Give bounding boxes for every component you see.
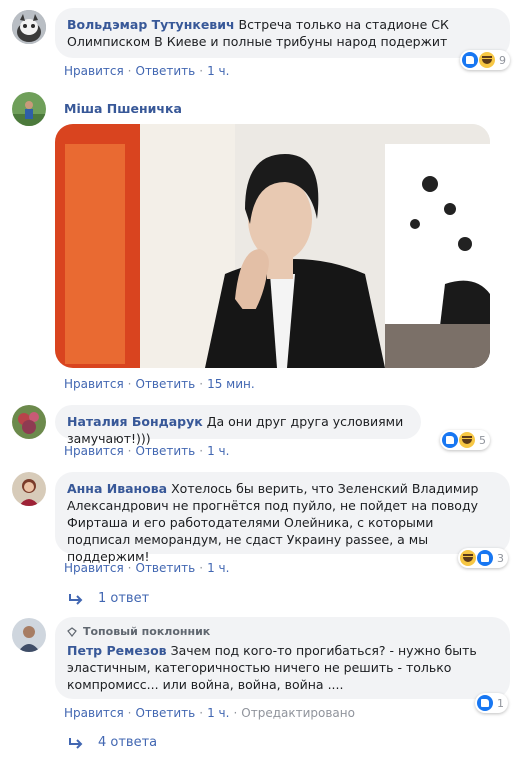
like-reaction-icon (462, 52, 478, 68)
reply-arrow-icon (69, 593, 83, 605)
reply-link[interactable]: Ответить (136, 64, 196, 78)
edited-label[interactable]: Отредактировано (241, 706, 355, 720)
like-link[interactable]: Нравится (64, 377, 124, 391)
comment-bubble: Вольдэмар Тутункевич Встреча только на с… (55, 8, 510, 58)
reaction-summary[interactable]: 9 (460, 50, 510, 70)
view-replies-link[interactable]: 4 ответа (68, 735, 157, 750)
replies-count: 1 ответ (98, 591, 150, 606)
comment-author-wrap: Міша Пшеничка (64, 101, 182, 116)
comment-actions: Нравится · Ответить · 1 ч. (64, 444, 230, 458)
comment-actions: Нравится · Ответить · 1 ч. · Отредактировано (64, 706, 355, 720)
comment-actions: Нравится · Ответить · 1 ч. (64, 561, 230, 575)
avatar[interactable] (12, 405, 46, 439)
avatar[interactable] (12, 92, 46, 126)
reaction-count: 5 (479, 433, 486, 447)
reaction-count: 9 (499, 53, 506, 67)
timestamp[interactable]: 15 мин. (207, 377, 255, 391)
comment-author[interactable]: Вольдэмар Тутункевич (67, 17, 235, 32)
top-fan-badge: Топовый поклонник (67, 623, 498, 640)
badge-label: Топовый поклонник (83, 625, 211, 638)
reply-link[interactable]: Ответить (136, 561, 196, 575)
like-reaction-icon (477, 695, 493, 711)
haha-reaction-icon (479, 52, 495, 68)
comment-actions: Нравится · Ответить · 1 ч. (64, 64, 230, 78)
like-link[interactable]: Нравится (64, 64, 124, 78)
reaction-count: 3 (497, 551, 504, 565)
like-link[interactable]: Нравится (64, 706, 124, 720)
comment-actions: Нравится · Ответить · 15 мин. (64, 377, 255, 391)
reaction-summary[interactable]: 5 (440, 430, 490, 450)
comment-author[interactable]: Анна Иванова (67, 481, 167, 496)
like-link[interactable]: Нравится (64, 561, 124, 575)
timestamp[interactable]: 1 ч. (207, 706, 229, 720)
reaction-summary[interactable]: 1 (475, 693, 508, 713)
like-link[interactable]: Нравится (64, 444, 124, 458)
avatar[interactable] (12, 472, 46, 506)
timestamp[interactable]: 1 ч. (207, 561, 229, 575)
reply-arrow-icon (69, 737, 83, 749)
comment-author[interactable]: Петр Ремезов (67, 643, 167, 658)
comment-author[interactable]: Міша Пшеничка (64, 101, 182, 116)
like-reaction-icon (477, 550, 493, 566)
reaction-summary[interactable]: 3 (458, 548, 508, 568)
comment-bubble: Топовый поклонник Петр Ремезов Зачем под… (55, 617, 510, 699)
comment-bubble: Наталия Бондарук Да они друг друга услов… (55, 405, 421, 446)
reaction-count: 1 (497, 696, 504, 710)
comment-author[interactable]: Наталия Бондарук (67, 414, 203, 429)
reply-link[interactable]: Ответить (136, 377, 196, 391)
diamond-icon (67, 626, 77, 637)
haha-reaction-icon (460, 550, 476, 566)
haha-reaction-icon (459, 432, 475, 448)
reply-link[interactable]: Ответить (136, 706, 196, 720)
timestamp[interactable]: 1 ч. (207, 64, 229, 78)
comment-bubble: Анна Иванова Хотелось бы верить, что Зел… (55, 472, 510, 564)
reply-link[interactable]: Ответить (136, 444, 196, 458)
avatar[interactable] (12, 618, 46, 652)
view-replies-link[interactable]: 1 ответ (68, 591, 149, 606)
replies-count: 4 ответа (98, 735, 158, 750)
avatar[interactable] (12, 10, 46, 44)
gif-image[interactable] (55, 124, 490, 368)
like-reaction-icon (442, 432, 458, 448)
timestamp[interactable]: 1 ч. (207, 444, 229, 458)
